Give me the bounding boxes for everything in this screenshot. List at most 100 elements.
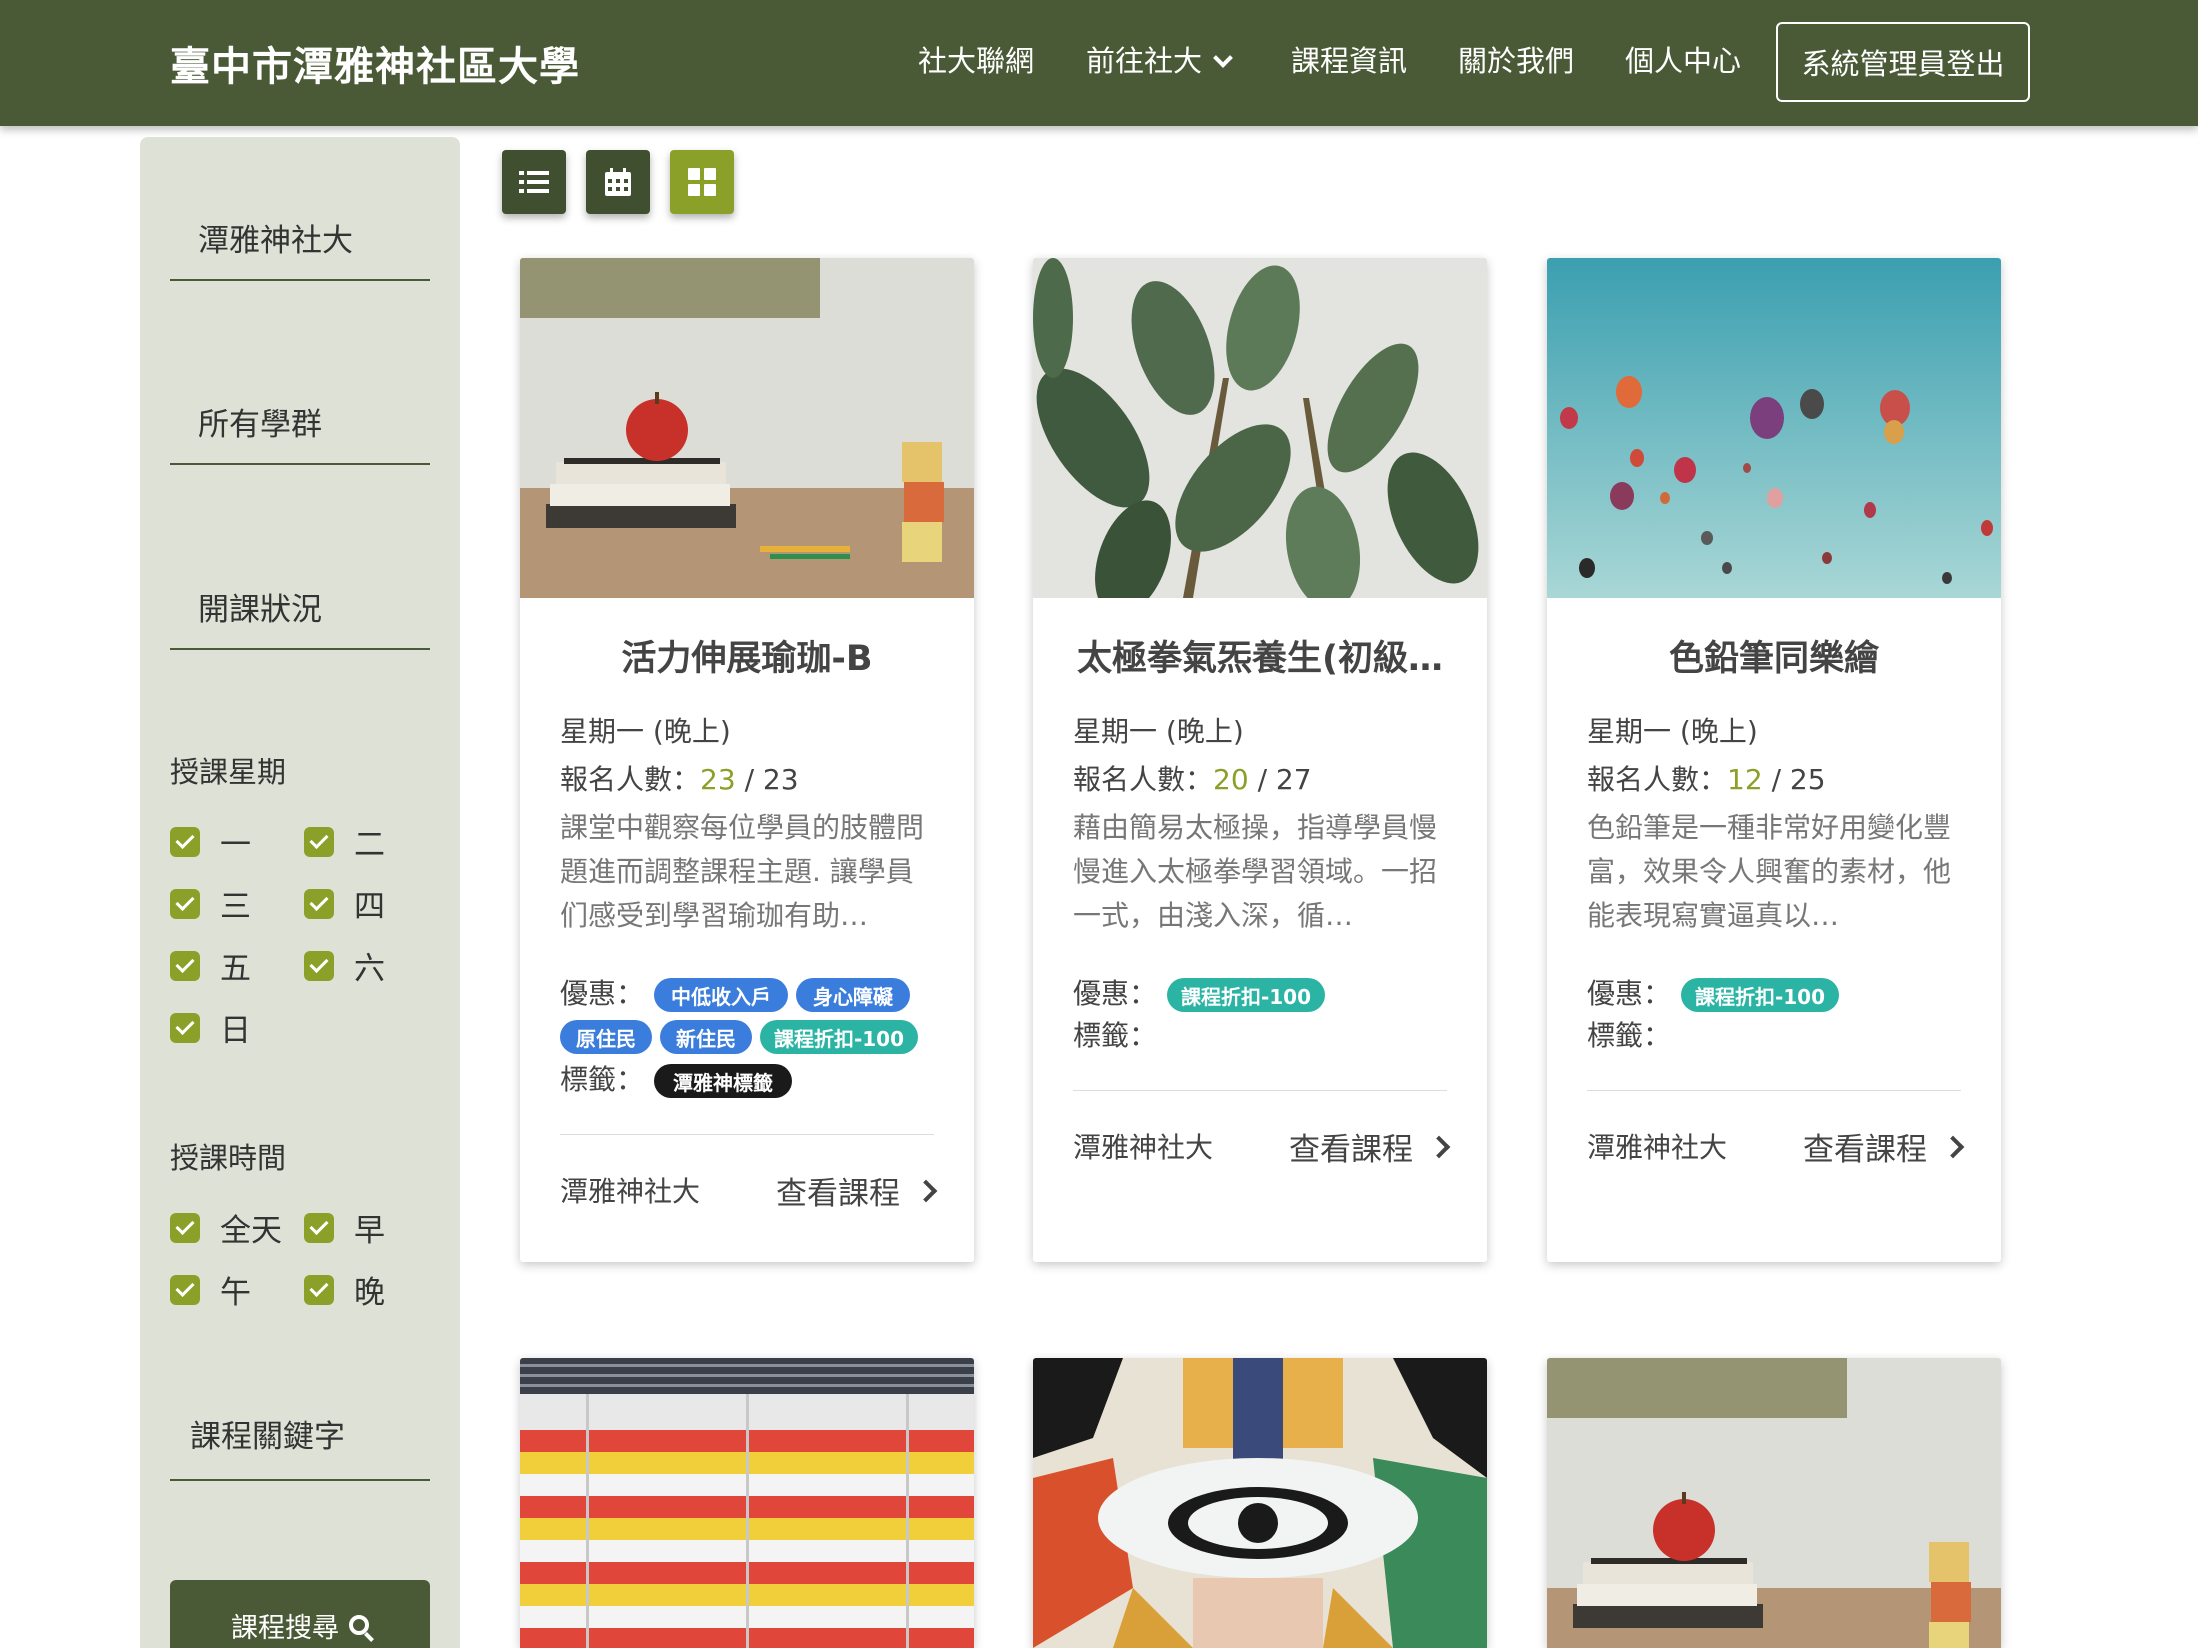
search-button-label: 課程搜尋 — [231, 1612, 339, 1644]
school-select[interactable]: 潭雅神社大 — [170, 215, 430, 281]
weekday-checkbox-wed[interactable]: 三 — [170, 881, 251, 926]
course-card: 色鉛筆同樂繪 星期一 (晚上) 報名人數：12 / 25 色鉛筆是一種非常好用變… — [1547, 258, 2001, 1262]
weekday-text: 三 — [220, 889, 251, 925]
weekday-checkbox-sat[interactable]: 六 — [304, 943, 385, 988]
checked-icon — [170, 826, 200, 857]
admin-logout-button[interactable]: 系統管理員登出 — [1776, 22, 2030, 102]
list-view-button[interactable] — [502, 150, 566, 214]
course-title[interactable]: 活力伸展瑜珈-B — [560, 630, 934, 681]
weekday-text: 日 — [220, 1013, 251, 1049]
discount-tag: 課程折扣-100 — [760, 1020, 918, 1054]
time-text: 早 — [354, 1213, 385, 1249]
course-schedule: 星期一 (晚上) — [1587, 715, 1758, 748]
weekday-text: 四 — [354, 889, 385, 925]
course-description: 色鉛筆是一種非常好用變化豐富，效果令人興奮的素材，他能表現寫實逼真以… — [1587, 811, 1952, 932]
course-schedule: 星期一 (晚上) — [1073, 715, 1244, 748]
course-image-balloons[interactable] — [1547, 258, 2001, 598]
course-card: 活力伸展瑜珈-B 星期一 (晚上) 報名人數：23 / 23 課堂中觀察每位學員… — [520, 258, 974, 1262]
discount-tag: 身心障礙 — [796, 978, 910, 1012]
site-brand[interactable]: 臺中市潭雅神社區大學 — [170, 34, 580, 92]
weekday-checkbox-fri[interactable]: 五 — [170, 943, 251, 988]
course-description: 課堂中觀察每位學員的肢體問題進而調整課程主題. 讓學員们感受到學習瑜珈有助… — [560, 811, 925, 932]
course-image-books-apple[interactable] — [520, 258, 974, 598]
enroll-capacity: / 27 — [1257, 763, 1312, 796]
weekday-checkbox-tue[interactable]: 二 — [304, 819, 385, 864]
weekday-text: 六 — [354, 951, 385, 987]
status-select[interactable]: 開課狀況 — [170, 584, 430, 650]
enroll-prefix: 報名人數： — [1587, 763, 1728, 796]
course-title[interactable]: 色鉛筆同樂繪 — [1587, 630, 1961, 681]
checked-icon — [304, 1212, 334, 1243]
course-card — [520, 1358, 974, 1648]
checked-icon — [170, 1012, 200, 1043]
keyword-input[interactable]: 課程關鍵字 — [170, 1411, 430, 1481]
discount-tag: 課程折扣-100 — [1167, 978, 1325, 1012]
course-description: 藉由簡易太極操，指導學員慢慢進入太極拳學習領域。一招一式，由淺入深，循… — [1073, 811, 1438, 932]
discount-label: 優惠： — [1073, 977, 1158, 1010]
search-icon — [349, 1615, 369, 1635]
grid-icon — [688, 168, 716, 196]
time-checkbox-evening[interactable]: 晚 — [304, 1267, 385, 1312]
view-course-label: 查看課程 — [1289, 1132, 1413, 1168]
course-image-plant[interactable] — [1033, 258, 1487, 598]
time-checkbox-morning[interactable]: 早 — [304, 1205, 385, 1250]
chevron-right-icon — [1941, 1135, 1965, 1158]
tags-label: 標籤： — [1073, 1019, 1158, 1052]
checked-icon — [170, 1274, 200, 1305]
checked-icon — [304, 1274, 334, 1305]
time-checkbox-afternoon[interactable]: 午 — [170, 1267, 251, 1312]
card-divider — [560, 1134, 934, 1135]
discount-label: 優惠： — [1587, 977, 1672, 1010]
discount-tag: 新住民 — [660, 1020, 752, 1054]
filter-sidebar: 潭雅神社大 所有學群 開課狀況 授課星期 一 二 三 四 五 六 日 授課時間 … — [140, 137, 460, 1648]
time-checkbox-all-day[interactable]: 全天 — [170, 1205, 282, 1250]
checked-icon — [304, 888, 334, 919]
view-course-button[interactable]: 查看課程 — [1289, 1124, 1451, 1169]
course-tag: 潭雅神標籤 — [654, 1064, 792, 1098]
discount-label: 優惠： — [560, 977, 645, 1010]
weekday-text: 二 — [354, 827, 385, 863]
weekday-checkbox-thu[interactable]: 四 — [304, 881, 385, 926]
discount-tag: 原住民 — [560, 1020, 652, 1054]
weekday-checkbox-mon[interactable]: 一 — [170, 819, 251, 864]
time-label: 授課時間 — [170, 1141, 287, 1175]
nav-personal-center[interactable]: 個人中心 — [1625, 38, 1741, 80]
checked-icon — [170, 950, 200, 981]
course-search-button[interactable]: 課程搜尋 — [170, 1580, 430, 1648]
course-title[interactable]: 太極拳氣炁養生(初級… — [1073, 630, 1447, 681]
calendar-icon — [605, 168, 631, 196]
discount-tag: 課程折扣-100 — [1681, 978, 1839, 1012]
course-school: 潭雅神社大 — [560, 1175, 701, 1208]
weekday-text: 五 — [220, 951, 251, 987]
grid-view-button[interactable] — [670, 150, 734, 214]
nav-course-info[interactable]: 課程資訊 — [1291, 38, 1407, 80]
tags-label: 標籤： — [1587, 1019, 1672, 1052]
card-divider — [1587, 1090, 1961, 1091]
course-school: 潭雅神社大 — [1587, 1131, 1728, 1164]
course-school: 潭雅神社大 — [1073, 1131, 1214, 1164]
course-image-books-apple[interactable] — [1547, 1358, 2001, 1648]
card-divider — [1073, 1090, 1447, 1091]
enrolled-count: 20 — [1213, 763, 1249, 796]
time-text: 全天 — [220, 1213, 282, 1249]
weekday-checkbox-sun[interactable]: 日 — [170, 1005, 251, 1050]
course-image-eye-art[interactable] — [1033, 1358, 1487, 1648]
nav-community-network[interactable]: 社大聯網 — [918, 38, 1034, 80]
tags-label: 標籤： — [560, 1063, 645, 1096]
checked-icon — [304, 826, 334, 857]
view-course-label: 查看課程 — [1803, 1132, 1927, 1168]
calendar-view-button[interactable] — [586, 150, 650, 214]
nav-go-to-school[interactable]: 前往社大 — [1086, 38, 1233, 80]
view-course-button[interactable]: 查看課程 — [776, 1168, 938, 1213]
enroll-capacity: / 25 — [1771, 763, 1826, 796]
nav-about-us[interactable]: 關於我們 — [1458, 38, 1574, 80]
checked-icon — [304, 950, 334, 981]
view-course-button[interactable]: 查看課程 — [1803, 1124, 1965, 1169]
chevron-down-icon — [1213, 48, 1233, 68]
course-card: 太極拳氣炁養生(初級… 星期一 (晚上) 報名人數：20 / 27 藉由簡易太極… — [1033, 258, 1487, 1262]
course-image-stripes[interactable] — [520, 1358, 974, 1648]
weekday-text: 一 — [220, 827, 251, 863]
enroll-prefix: 報名人數： — [1073, 763, 1214, 796]
group-select[interactable]: 所有學群 — [170, 399, 430, 465]
enrolled-count: 12 — [1727, 763, 1763, 796]
